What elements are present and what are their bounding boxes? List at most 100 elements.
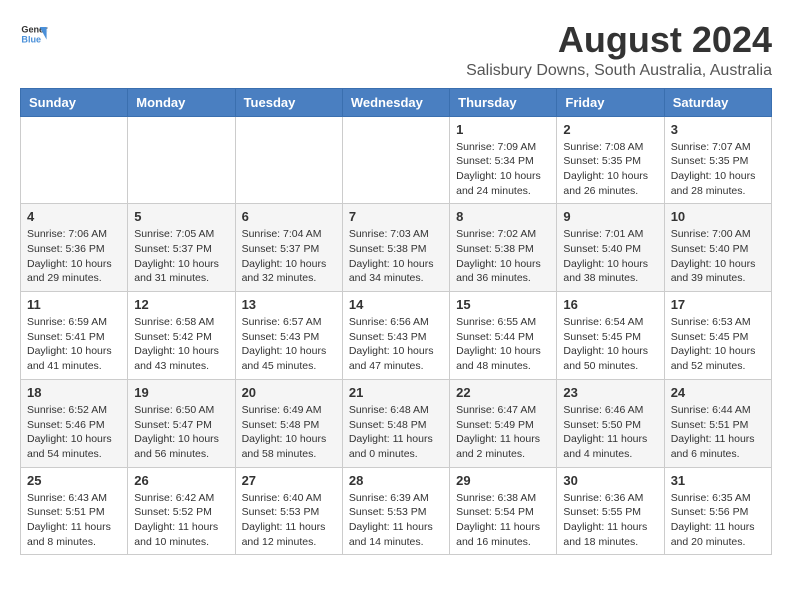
- calendar-cell: 23 Sunrise: 6:46 AMSunset: 5:50 PMDayligh…: [557, 379, 664, 467]
- calendar-cell: 28Sunrise: 6:39 AMSunset: 5:53 PMDayligh…: [342, 467, 449, 555]
- calendar-cell: 29Sunrise: 6:38 AMSunset: 5:54 PMDayligh…: [450, 467, 557, 555]
- day-info: Sunrise: 6:35 AMSunset: 5:56 PMDaylight:…: [671, 491, 765, 550]
- calendar-cell: 25 Sunrise: 6:43 AMSunset: 5:51 PMDayligh…: [21, 467, 128, 555]
- day-info: Sunrise: 6:40 AMSunset: 5:53 PMDaylight:…: [242, 491, 336, 550]
- calendar-cell: 14 Sunrise: 6:56 AMSunset: 5:43 PMDayligh…: [342, 292, 449, 380]
- weekday-header-wednesday: Wednesday: [342, 88, 449, 116]
- day-number: 22: [456, 385, 550, 400]
- day-info: Sunrise: 7:00 AMSunset: 5:40 PMDaylight:…: [671, 227, 765, 286]
- weekday-header-sunday: Sunday: [21, 88, 128, 116]
- day-number: 11: [27, 297, 121, 312]
- day-number: 2: [563, 122, 657, 137]
- day-info: Sunrise: 7:02 AMSunset: 5:38 PMDaylight:…: [456, 227, 550, 286]
- weekday-header-friday: Friday: [557, 88, 664, 116]
- calendar-week-row: 18Sunrise: 6:52 AMSunset: 5:46 PMDayligh…: [21, 379, 772, 467]
- calendar-week-row: 4Sunrise: 7:06 AMSunset: 5:36 PMDaylight…: [21, 204, 772, 292]
- calendar-cell: 22 Sunrise: 6:47 AMSunset: 5:49 PMDayligh…: [450, 379, 557, 467]
- month-year-title: August 2024: [466, 20, 772, 60]
- day-number: 10: [671, 209, 765, 224]
- page-header: General Blue August 2024 Salisbury Downs…: [20, 20, 772, 80]
- svg-text:Blue: Blue: [21, 34, 41, 44]
- day-number: 23: [563, 385, 657, 400]
- logo: General Blue: [20, 20, 48, 48]
- calendar-cell: [235, 116, 342, 204]
- calendar-cell: 15Sunrise: 6:55 AMSunset: 5:44 PMDayligh…: [450, 292, 557, 380]
- weekday-header-thursday: Thursday: [450, 88, 557, 116]
- calendar-cell: 17 Sunrise: 6:53 AMSunset: 5:45 PMDayligh…: [664, 292, 771, 380]
- calendar-cell: 4Sunrise: 7:06 AMSunset: 5:36 PMDaylight…: [21, 204, 128, 292]
- calendar-week-row: 25 Sunrise: 6:43 AMSunset: 5:51 PMDayligh…: [21, 467, 772, 555]
- calendar-cell: 8 Sunrise: 7:02 AMSunset: 5:38 PMDaylight…: [450, 204, 557, 292]
- day-info: Sunrise: 6:38 AMSunset: 5:54 PMDaylight:…: [456, 491, 550, 550]
- day-number: 5: [134, 209, 228, 224]
- calendar-cell: 11 Sunrise: 6:59 AMSunset: 5:41 PMDayligh…: [21, 292, 128, 380]
- calendar-cell: [128, 116, 235, 204]
- calendar-cell: 2 Sunrise: 7:08 AMSunset: 5:35 PMDaylight…: [557, 116, 664, 204]
- calendar-cell: 1Sunrise: 7:09 AMSunset: 5:34 PMDaylight…: [450, 116, 557, 204]
- day-info: Sunrise: 6:50 AMSunset: 5:47 PMDaylight:…: [134, 403, 228, 462]
- day-number: 18: [27, 385, 121, 400]
- day-info: Sunrise: 6:48 AMSunset: 5:48 PMDaylight:…: [349, 403, 443, 462]
- day-number: 7: [349, 209, 443, 224]
- day-number: 4: [27, 209, 121, 224]
- calendar-cell: 5Sunrise: 7:05 AMSunset: 5:37 PMDaylight…: [128, 204, 235, 292]
- day-info: Sunrise: 6:56 AMSunset: 5:43 PMDaylight:…: [349, 315, 443, 374]
- calendar-cell: 9Sunrise: 7:01 AMSunset: 5:40 PMDaylight…: [557, 204, 664, 292]
- day-number: 28: [349, 473, 443, 488]
- calendar-week-row: 11 Sunrise: 6:59 AMSunset: 5:41 PMDayligh…: [21, 292, 772, 380]
- day-info: Sunrise: 6:46 AMSunset: 5:50 PMDaylight:…: [563, 403, 657, 462]
- day-number: 21: [349, 385, 443, 400]
- day-info: Sunrise: 7:09 AMSunset: 5:34 PMDaylight:…: [456, 140, 550, 199]
- day-info: Sunrise: 6:47 AMSunset: 5:49 PMDaylight:…: [456, 403, 550, 462]
- day-number: 26: [134, 473, 228, 488]
- day-number: 17: [671, 297, 765, 312]
- day-number: 14: [349, 297, 443, 312]
- day-info: Sunrise: 6:43 AMSunset: 5:51 PMDaylight:…: [27, 491, 121, 550]
- day-number: 24: [671, 385, 765, 400]
- day-number: 15: [456, 297, 550, 312]
- day-number: 20: [242, 385, 336, 400]
- title-section: August 2024 Salisbury Downs, South Austr…: [466, 20, 772, 80]
- day-info: Sunrise: 6:57 AMSunset: 5:43 PMDaylight:…: [242, 315, 336, 374]
- calendar-cell: [21, 116, 128, 204]
- day-info: Sunrise: 6:59 AMSunset: 5:41 PMDaylight:…: [27, 315, 121, 374]
- calendar-cell: 27 Sunrise: 6:40 AMSunset: 5:53 PMDayligh…: [235, 467, 342, 555]
- day-number: 9: [563, 209, 657, 224]
- day-number: 30: [563, 473, 657, 488]
- day-number: 16: [563, 297, 657, 312]
- day-info: Sunrise: 6:53 AMSunset: 5:45 PMDaylight:…: [671, 315, 765, 374]
- day-number: 13: [242, 297, 336, 312]
- weekday-header-monday: Monday: [128, 88, 235, 116]
- calendar-cell: 3Sunrise: 7:07 AMSunset: 5:35 PMDaylight…: [664, 116, 771, 204]
- day-info: Sunrise: 7:08 AMSunset: 5:35 PMDaylight:…: [563, 140, 657, 199]
- day-number: 8: [456, 209, 550, 224]
- calendar-cell: 7 Sunrise: 7:03 AMSunset: 5:38 PMDaylight…: [342, 204, 449, 292]
- day-number: 12: [134, 297, 228, 312]
- day-info: Sunrise: 6:49 AMSunset: 5:48 PMDaylight:…: [242, 403, 336, 462]
- calendar-cell: 16 Sunrise: 6:54 AMSunset: 5:45 PMDayligh…: [557, 292, 664, 380]
- calendar-cell: [342, 116, 449, 204]
- calendar-cell: 24Sunrise: 6:44 AMSunset: 5:51 PMDayligh…: [664, 379, 771, 467]
- calendar-cell: 20 Sunrise: 6:49 AMSunset: 5:48 PMDayligh…: [235, 379, 342, 467]
- calendar-cell: 10 Sunrise: 7:00 AMSunset: 5:40 PMDayligh…: [664, 204, 771, 292]
- day-number: 3: [671, 122, 765, 137]
- day-number: 6: [242, 209, 336, 224]
- calendar-cell: 31 Sunrise: 6:35 AMSunset: 5:56 PMDayligh…: [664, 467, 771, 555]
- day-number: 31: [671, 473, 765, 488]
- location-subtitle: Salisbury Downs, South Australia, Austra…: [466, 62, 772, 80]
- day-info: Sunrise: 7:03 AMSunset: 5:38 PMDaylight:…: [349, 227, 443, 286]
- calendar-cell: 26 Sunrise: 6:42 AMSunset: 5:52 PMDayligh…: [128, 467, 235, 555]
- weekday-header-saturday: Saturday: [664, 88, 771, 116]
- day-number: 25: [27, 473, 121, 488]
- day-info: Sunrise: 6:42 AMSunset: 5:52 PMDaylight:…: [134, 491, 228, 550]
- day-number: 19: [134, 385, 228, 400]
- day-number: 27: [242, 473, 336, 488]
- calendar-cell: 13 Sunrise: 6:57 AMSunset: 5:43 PMDayligh…: [235, 292, 342, 380]
- weekday-header-row: SundayMondayTuesdayWednesdayThursdayFrid…: [21, 88, 772, 116]
- day-info: Sunrise: 6:58 AMSunset: 5:42 PMDaylight:…: [134, 315, 228, 374]
- calendar-cell: 18Sunrise: 6:52 AMSunset: 5:46 PMDayligh…: [21, 379, 128, 467]
- calendar-cell: 21 Sunrise: 6:48 AMSunset: 5:48 PMDayligh…: [342, 379, 449, 467]
- calendar-cell: 30 Sunrise: 6:36 AMSunset: 5:55 PMDayligh…: [557, 467, 664, 555]
- day-info: Sunrise: 6:54 AMSunset: 5:45 PMDaylight:…: [563, 315, 657, 374]
- day-info: Sunrise: 6:36 AMSunset: 5:55 PMDaylight:…: [563, 491, 657, 550]
